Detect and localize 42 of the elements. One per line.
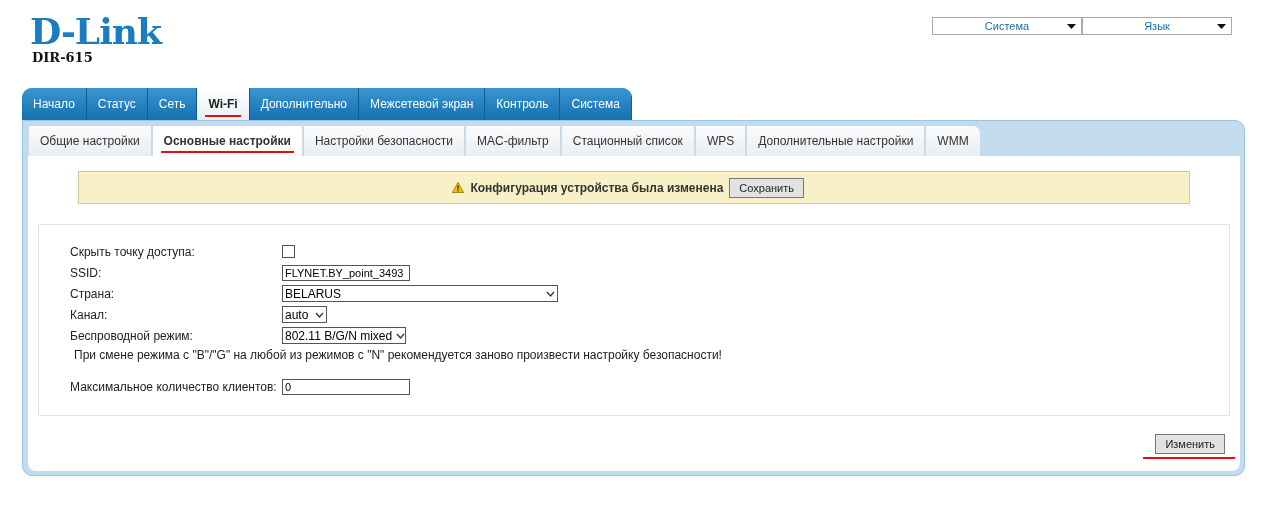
sub-tab[interactable]: Стационный список xyxy=(560,125,695,156)
field-label: SSID: xyxy=(70,265,103,280)
warning-note: При смене режима с "B"/"G" на любой из режимов с "N" рекомендуется заново произвести настройку безопасности! xyxy=(73,348,723,362)
checkbox[interactable] xyxy=(282,245,295,258)
field-label: Скрыть точку доступа: xyxy=(70,244,196,259)
sub-tab[interactable]: MAC-фильтр xyxy=(465,125,561,156)
apply-button[interactable]: Изменить xyxy=(1155,434,1225,454)
sub-tab[interactable]: Настройки безопасности xyxy=(302,125,465,156)
sub-tab[interactable]: Основные настройки xyxy=(151,125,303,156)
field-label: Беспроводной режим: xyxy=(70,328,194,343)
input-field[interactable]: FLYNET.BY_point_3493 xyxy=(282,264,410,281)
nav-tab[interactable]: Wi-Fi xyxy=(197,88,250,120)
sub-tab[interactable]: Общие настройки xyxy=(28,125,152,156)
warning-icon xyxy=(452,182,465,193)
chevron-icon xyxy=(315,311,324,318)
nav-tab[interactable]: Статус xyxy=(86,88,148,120)
chevron-icon xyxy=(546,290,555,297)
input-field[interactable]: 0 xyxy=(282,378,410,395)
select-field[interactable]: auto xyxy=(282,306,327,323)
nav-tab[interactable]: Дополнительно xyxy=(249,88,360,120)
model-name: DIR-615 xyxy=(32,50,94,65)
nav-tab[interactable]: Начало xyxy=(22,88,87,120)
chevron-icon xyxy=(396,332,406,339)
caret-icon xyxy=(1217,24,1226,29)
notice-text: Конфигурация устройства была изменена xyxy=(470,180,724,195)
logo: D-Link xyxy=(30,14,161,48)
nav-tab[interactable]: Контроль xyxy=(485,88,561,120)
sub-tab[interactable]: WMM xyxy=(925,125,981,156)
nav-tab[interactable]: Межсетевой экран xyxy=(359,88,486,120)
field-label: Максимальное количество клиентов: xyxy=(70,379,278,394)
select-field[interactable]: BELARUS xyxy=(282,285,558,302)
field-label: Страна: xyxy=(70,286,116,301)
caret-icon xyxy=(1067,24,1076,29)
nav-tab[interactable]: Система xyxy=(560,88,632,120)
dropdown-menu[interactable]: Язык xyxy=(1082,17,1232,35)
sub-tab[interactable]: WPS xyxy=(694,125,747,156)
sub-tab[interactable]: Дополнительные настройки xyxy=(746,125,926,156)
dropdown-menu[interactable]: Система xyxy=(932,17,1082,35)
select-field[interactable]: 802.11 B/G/N mixed xyxy=(282,327,406,344)
field-label: Канал: xyxy=(70,307,109,322)
save-button[interactable]: Сохранить xyxy=(729,177,804,198)
nav-tab[interactable]: Сеть xyxy=(147,88,198,120)
